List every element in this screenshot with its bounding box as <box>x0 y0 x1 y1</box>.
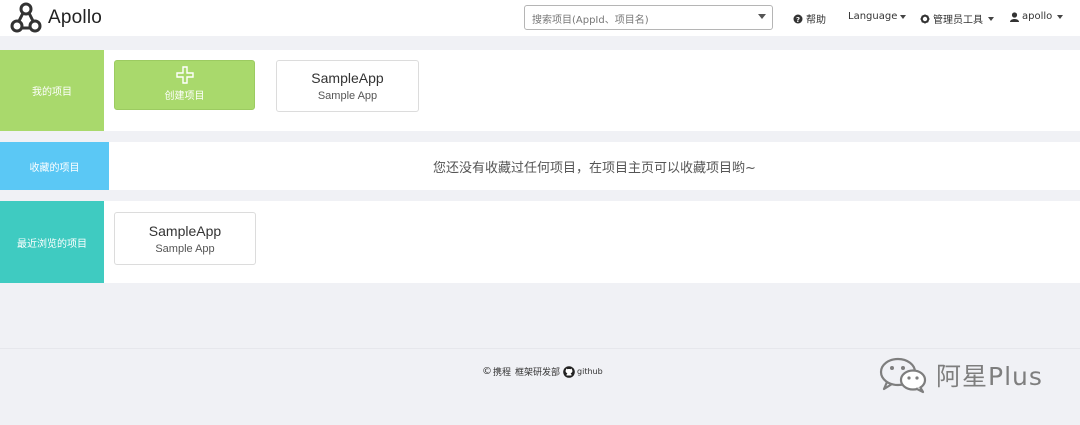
project-search-select[interactable]: 搜索项目(AppId、项目名) <box>524 5 773 30</box>
gear-icon <box>920 14 930 23</box>
footer: © 携程 框架研发部 github <box>482 365 603 378</box>
app-card-sampleapp[interactable]: SampleApp Sample App <box>276 60 419 112</box>
admin-tools-label: 管理员工具 <box>933 15 983 26</box>
chevron-down-icon <box>758 14 766 19</box>
recent-projects-label: 最近浏览的项目 <box>0 201 104 283</box>
app-name: Sample App <box>317 90 378 102</box>
plus-icon <box>175 66 194 84</box>
user-label: apollo <box>1022 11 1053 22</box>
my-projects-section: 我的项目 创建项目 SampleApp Sample App <box>0 50 1080 131</box>
user-icon <box>1010 11 1019 22</box>
create-project-label: 创建项目 <box>164 91 205 102</box>
user-dropdown[interactable]: apollo <box>1010 11 1064 22</box>
wechat-watermark: 阿星Plus <box>878 356 1043 394</box>
brand-logo-link[interactable]: Apollo <box>10 2 102 34</box>
github-link[interactable]: github <box>563 365 603 378</box>
my-projects-label: 我的项目 <box>0 50 104 131</box>
recent-app-card-sampleapp[interactable]: SampleApp Sample App <box>114 212 256 265</box>
watermark-text: 阿星Plus <box>936 362 1043 391</box>
admin-tools-dropdown[interactable]: 管理员工具 <box>920 11 994 26</box>
svg-text:?: ? <box>796 16 800 24</box>
wechat-icon <box>879 357 927 394</box>
caret-down-icon <box>900 14 907 19</box>
apollo-logo-icon <box>10 2 42 33</box>
github-icon <box>563 365 575 378</box>
favorites-section: 收藏的项目 您还没有收藏过任何项目，在项目主页可以收藏项目哟~ <box>0 142 1080 190</box>
create-project-button[interactable]: 创建项目 <box>114 60 255 110</box>
brand-name: Apollo <box>48 7 103 28</box>
copyright-symbol: © <box>482 366 492 377</box>
app-name: Sample App <box>155 242 215 255</box>
recent-projects-section: 最近浏览的项目 SampleApp Sample App <box>0 201 1080 283</box>
language-label: Language <box>848 11 898 22</box>
company-name: 携程 <box>493 368 512 378</box>
department-name: 框架研发部 <box>515 368 561 378</box>
footer-divider <box>0 348 1080 349</box>
app-id: SampleApp <box>148 222 222 239</box>
github-label: github <box>577 367 603 376</box>
caret-down-icon <box>1057 14 1064 19</box>
favorites-empty-message: 您还没有收藏过任何项目，在项目主页可以收藏项目哟~ <box>433 160 756 176</box>
question-circle-icon: ? <box>793 14 803 24</box>
favorites-label: 收藏的项目 <box>0 142 109 190</box>
help-link[interactable]: ? 帮助 <box>793 11 826 26</box>
caret-down-icon <box>988 16 994 21</box>
language-dropdown[interactable]: Language <box>848 11 907 22</box>
navbar: Apollo 搜索项目(AppId、项目名) ? 帮助 Language 管理员… <box>0 0 1080 36</box>
search-placeholder: 搜索项目(AppId、项目名) <box>532 15 649 26</box>
help-label: 帮助 <box>806 15 826 26</box>
app-id: SampleApp <box>311 70 384 86</box>
